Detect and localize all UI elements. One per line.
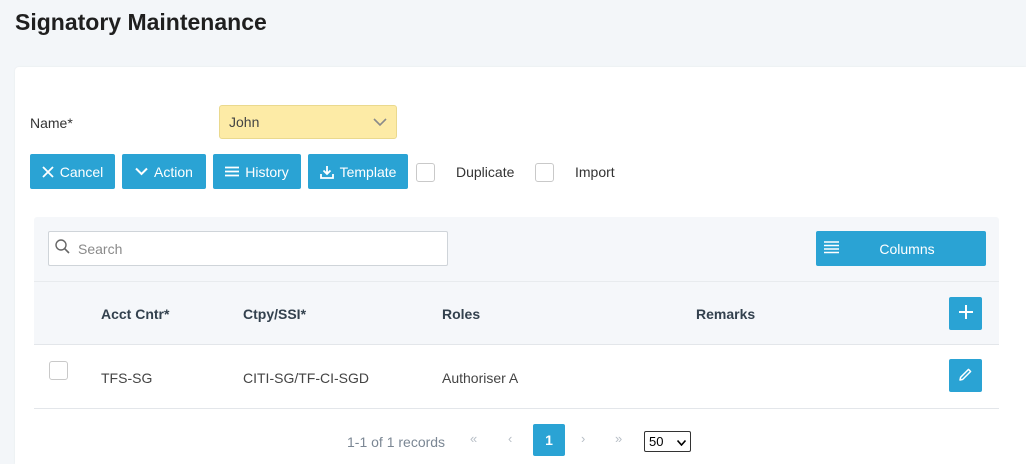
name-label: Name* <box>30 115 73 131</box>
cancel-button[interactable]: Cancel <box>30 154 115 189</box>
table-row: TFS-SG CITI-SG/TF-CI-SGD Authoriser A <box>34 345 999 409</box>
duplicate-checkbox[interactable] <box>416 163 435 182</box>
prev-page-button[interactable]: ‹ <box>508 431 512 446</box>
import-label: Import <box>575 164 615 180</box>
action-button[interactable]: Action <box>122 154 206 189</box>
columns-button-label: Columns <box>879 240 935 257</box>
close-icon <box>42 165 54 178</box>
signatory-form-card: Name* John Cancel Action History Templat… <box>15 67 1026 464</box>
pagination: 1-1 of 1 records « ‹ 1 › » 50 <box>15 422 1026 458</box>
header-remarks[interactable]: Remarks <box>696 306 755 322</box>
row-select-checkbox[interactable] <box>49 361 68 380</box>
columns-icon <box>824 241 839 257</box>
first-page-button[interactable]: « <box>470 431 477 446</box>
chevron-down-icon <box>135 167 148 176</box>
records-count: 1-1 of 1 records <box>347 434 446 450</box>
page-title: Signatory Maintenance <box>15 9 267 35</box>
current-page-button[interactable]: 1 <box>533 424 565 456</box>
header-acct-cntr[interactable]: Acct Cntr* <box>101 306 169 322</box>
pencil-icon <box>958 367 973 385</box>
search-box[interactable] <box>48 231 448 266</box>
action-button-label: Action <box>154 163 193 180</box>
search-input[interactable] <box>76 239 440 258</box>
page-size-value: 50 <box>649 434 664 449</box>
list-icon <box>225 166 240 177</box>
chevron-down-icon <box>373 117 387 127</box>
history-button-label: History <box>245 163 289 180</box>
template-button-label: Template <box>339 163 397 180</box>
cell-acct-cntr: TFS-SG <box>101 370 153 386</box>
header-roles[interactable]: Roles <box>442 306 480 322</box>
cell-roles: Authoriser A <box>442 370 519 386</box>
name-select-value: John <box>229 114 260 130</box>
download-icon <box>319 165 334 179</box>
name-select[interactable]: John <box>219 105 397 139</box>
header-ctpy-ssi[interactable]: Ctpy/SSI* <box>243 306 306 322</box>
duplicate-label: Duplicate <box>456 164 515 180</box>
next-page-button[interactable]: › <box>581 431 585 446</box>
chevron-down-icon <box>676 434 690 449</box>
template-button[interactable]: Template <box>308 154 408 189</box>
last-page-button[interactable]: » <box>615 431 622 446</box>
columns-button[interactable]: Columns <box>816 231 986 266</box>
plus-icon <box>958 305 973 322</box>
grid-toolbar: Columns <box>34 217 999 281</box>
edit-row-button[interactable] <box>949 359 982 392</box>
cell-ctpy-ssi: CITI-SG/TF-CI-SGD <box>243 370 369 386</box>
search-icon <box>55 238 70 259</box>
table-header: Acct Cntr* Ctpy/SSI* Roles Remarks <box>34 281 999 345</box>
signatory-grid: Columns Acct Cntr* Ctpy/SSI* Roles Remar… <box>34 217 999 409</box>
import-checkbox[interactable] <box>535 163 554 182</box>
history-button[interactable]: History <box>213 154 301 189</box>
cancel-button-label: Cancel <box>59 163 104 180</box>
add-row-button[interactable] <box>949 297 982 330</box>
page-size-select[interactable]: 50 <box>644 431 691 452</box>
